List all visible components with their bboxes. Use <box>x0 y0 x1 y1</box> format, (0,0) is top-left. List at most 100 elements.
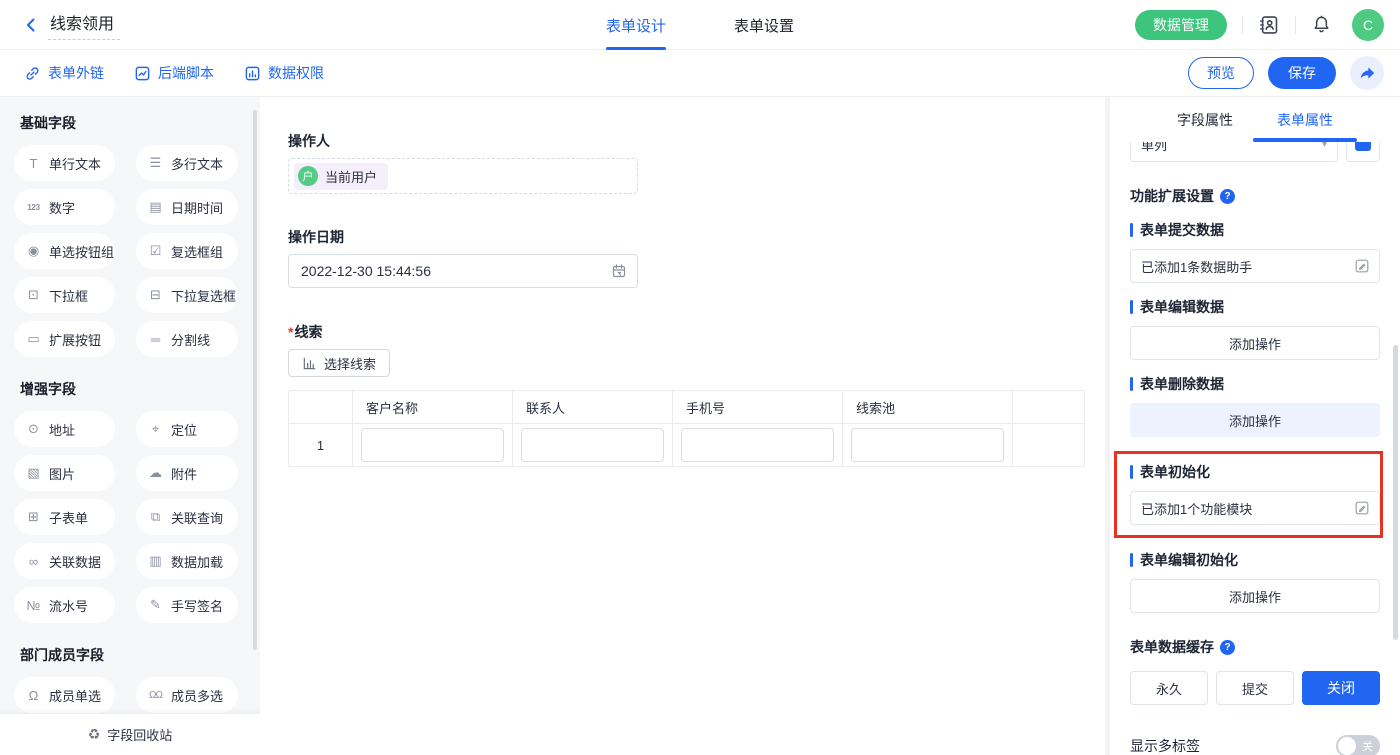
save-button[interactable]: 保存 <box>1268 57 1336 89</box>
help-icon[interactable]: ? <box>1220 189 1235 204</box>
field-pill-signature[interactable]: ✎手写签名 <box>136 587 238 623</box>
field-pill-label: 子表单 <box>49 508 88 527</box>
properties-panel: 字段属性 表单属性 单列 ▾ 功能扩展设置 ? 表单提 <box>1110 97 1400 755</box>
divider <box>1295 16 1296 34</box>
cache-option-close[interactable]: 关闭 <box>1302 671 1380 705</box>
subtable-header-cell <box>289 391 353 424</box>
field-pill-locate[interactable]: ⌖定位 <box>136 411 238 447</box>
field-pill-extend-button[interactable]: ▭扩展按钮 <box>14 321 115 357</box>
field-pill-member-multi[interactable]: ΩΩ成员多选 <box>136 677 238 713</box>
sidebar-section-title: 基础字段 <box>20 113 260 133</box>
cache-setting-title: 表单数据缓存 ? <box>1130 637 1380 657</box>
toolbar: 表单外链 后端脚本 数据权限 预览 保存 <box>0 50 1400 97</box>
linked-data-icon: ∞ <box>25 554 42 569</box>
cache-option-forever[interactable]: 永久 <box>1130 671 1208 705</box>
row-index: 1 <box>289 438 352 453</box>
form-designer-app: 线索领用 表单设计 表单设置 数据管理 C <box>0 0 1400 755</box>
active-tab-indicator <box>606 47 666 50</box>
tab-field-properties[interactable]: 字段属性 <box>1177 97 1233 142</box>
field-pill-single-line-text[interactable]: T单行文本 <box>14 145 115 181</box>
clue-field-label: * 线索 <box>288 322 1105 342</box>
field-pill-serial-number[interactable]: №流水号 <box>14 587 115 623</box>
form-external-link-label: 表单外链 <box>48 63 104 83</box>
data-permission-link-label: 数据权限 <box>268 63 324 83</box>
checkbox-group-icon: ☑ <box>147 243 164 259</box>
cache-option-submit[interactable]: 提交 <box>1216 671 1294 705</box>
field-recycle-bin-label: 字段回收站 <box>107 725 172 744</box>
sidebar-scrollbar[interactable] <box>253 110 257 650</box>
field-pill-label: 关联数据 <box>49 552 101 571</box>
form-init-input[interactable]: 已添加1个功能模块 <box>1130 491 1380 525</box>
page-title: 线索领用 <box>48 10 120 40</box>
field-pill-dropdown-multi[interactable]: ⊟下拉复选框 <box>136 277 238 313</box>
field-pill-checkbox-group[interactable]: ☑复选框组 <box>136 233 238 269</box>
edit-data-add-button[interactable]: 添加操作 <box>1130 326 1380 360</box>
multi-tab-toggle[interactable]: 关 <box>1336 735 1380 755</box>
panel-tabs: 字段属性 表单属性 <box>1110 97 1400 142</box>
field-pill-number[interactable]: 123数字 <box>14 189 115 225</box>
select-clue-button[interactable]: 选择线索 <box>288 349 390 377</box>
date-field: 操作日期 2022-12-30 15:44:56 <box>288 227 1105 288</box>
subtable-header-row: 客户名称联系人手机号线索池 <box>289 391 1085 424</box>
subtable-cell-input[interactable] <box>851 428 1004 462</box>
address-book-icon[interactable] <box>1258 14 1280 36</box>
operator-field-value-box[interactable]: 户 当前用户 <box>288 158 638 194</box>
notification-bell-icon[interactable] <box>1311 14 1332 35</box>
clipped-select[interactable]: 单列 ▾ <box>1130 142 1338 162</box>
field-pill-datetime[interactable]: ▤日期时间 <box>136 189 238 225</box>
delete-data-add-button[interactable]: 添加操作 <box>1130 403 1380 437</box>
field-pill-label: 扩展按钮 <box>49 330 101 349</box>
multi-line-text-icon: ☰ <box>147 155 164 171</box>
subtable-cell-input[interactable] <box>681 428 834 462</box>
edit-init-add-button[interactable]: 添加操作 <box>1130 579 1380 613</box>
field-pill-radio-group[interactable]: ◉单选按钮组 <box>14 233 115 269</box>
recycle-icon: ♻ <box>88 726 101 743</box>
subtable-body-cell <box>843 424 1013 466</box>
field-pill-multi-line-text[interactable]: ☰多行文本 <box>136 145 238 181</box>
member-single-icon: Ω <box>25 688 42 703</box>
field-recycle-bin[interactable]: ♻ 字段回收站 <box>0 714 260 755</box>
edit-icon[interactable] <box>1354 500 1370 516</box>
multi-tab-setting: 显示多标签 关 <box>1130 735 1380 755</box>
field-pill-member-single[interactable]: Ω成员单选 <box>14 677 115 713</box>
data-permission-icon <box>244 65 261 82</box>
field-pill-divider-line[interactable]: ═分割线 <box>136 321 238 357</box>
field-pill-linked-data[interactable]: ∞ 关联数据 <box>14 543 115 579</box>
field-pill-dropdown[interactable]: ⊡下拉框 <box>14 277 115 313</box>
backend-script-link[interactable]: 后端脚本 <box>134 63 214 83</box>
preview-button[interactable]: 预览 <box>1188 57 1254 89</box>
subtable-cell-input[interactable] <box>361 428 504 462</box>
image-icon: ▧ <box>25 465 42 481</box>
tab-form-design[interactable]: 表单设计 <box>606 0 666 50</box>
field-pill-subform[interactable]: ⊞子表单 <box>14 499 115 535</box>
field-pill-data-load[interactable]: ▥数据加载 <box>136 543 238 579</box>
tab-form-settings[interactable]: 表单设置 <box>734 0 794 50</box>
clipped-setting-row: 单列 ▾ <box>1130 142 1380 162</box>
select-clue-button-label: 选择线索 <box>324 354 376 373</box>
tab-form-properties[interactable]: 表单属性 <box>1277 97 1333 142</box>
subtable-header-cell <box>1013 391 1085 424</box>
back-icon[interactable] <box>22 16 40 34</box>
share-button[interactable] <box>1350 56 1384 90</box>
field-pill-address[interactable]: ⊙地址 <box>14 411 115 447</box>
subtable-cell-input[interactable] <box>521 428 664 462</box>
clipped-action-button[interactable] <box>1346 142 1380 162</box>
data-manage-button[interactable]: 数据管理 <box>1135 10 1227 40</box>
serial-number-icon: № <box>25 598 42 613</box>
group-delete-data-label-text: 表单删除数据 <box>1140 374 1224 394</box>
field-pill-linked-query[interactable]: ⧉关联查询 <box>136 499 238 535</box>
tab-form-settings-label: 表单设置 <box>734 15 794 36</box>
field-pill-image[interactable]: ▧图片 <box>14 455 115 491</box>
help-icon[interactable]: ? <box>1220 640 1235 655</box>
group-edit-data-label-text: 表单编辑数据 <box>1140 297 1224 317</box>
user-avatar[interactable]: C <box>1352 9 1384 41</box>
user-tag-label: 当前用户 <box>325 167 377 186</box>
date-field-input[interactable]: 2022-12-30 15:44:56 <box>288 254 638 288</box>
edit-icon[interactable] <box>1354 258 1370 274</box>
panel-scrollbar[interactable] <box>1393 345 1398 640</box>
radio-group-icon: ◉ <box>25 243 42 259</box>
data-permission-link[interactable]: 数据权限 <box>244 63 324 83</box>
form-external-link[interactable]: 表单外链 <box>24 63 104 83</box>
field-pill-attachment[interactable]: ☁附件 <box>136 455 238 491</box>
submit-data-input[interactable]: 已添加1条数据助手 <box>1130 249 1380 283</box>
